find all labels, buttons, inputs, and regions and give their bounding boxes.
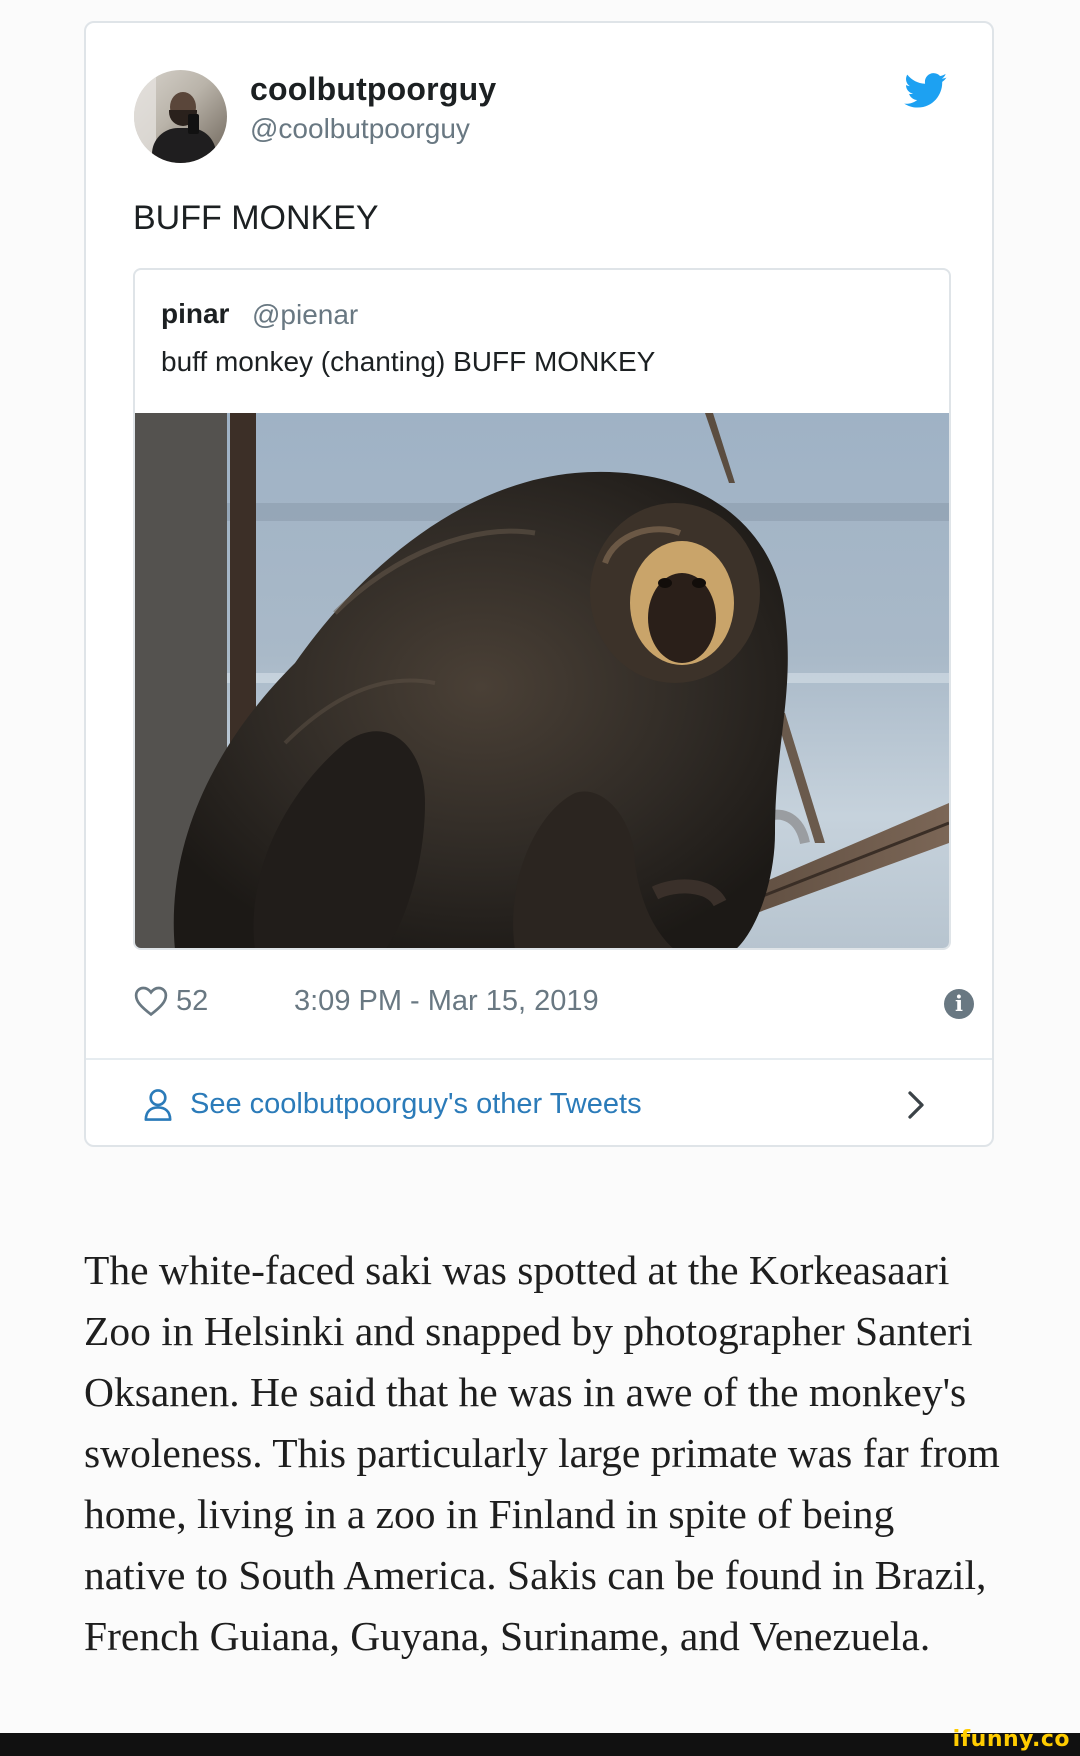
article-paragraph: The white-faced saki was spotted at the …: [84, 1247, 1000, 1659]
article-body: The white-faced saki was spotted at the …: [84, 1240, 1004, 1667]
embedded-tweet-card[interactable]: coolbutpoorguy @coolbutpoorguy BUFF MONK…: [84, 21, 994, 1147]
author-handle[interactable]: @coolbutpoorguy: [250, 113, 470, 145]
quoted-tweet[interactable]: pinar @pienar buff monkey (chanting) BUF…: [133, 268, 951, 950]
like-count[interactable]: 52: [176, 985, 208, 1018]
quoted-tweet-text: buff monkey (chanting) BUFF MONKEY: [161, 346, 656, 377]
tweet-meta-row: 52 3:09 PM - Mar 15, 2019 i: [134, 983, 974, 1023]
person-icon: [144, 1089, 172, 1121]
quoted-author-handle[interactable]: @pienar: [252, 299, 358, 331]
footer-bar: ifunny.co: [0, 1727, 1080, 1756]
chevron-right-icon[interactable]: [906, 1090, 926, 1120]
see-other-tweets-label[interactable]: See coolbutpoorguy's other Tweets: [190, 1088, 642, 1121]
see-other-tweets-link[interactable]: See coolbutpoorguy's other Tweets: [86, 1060, 992, 1145]
heart-icon[interactable]: [134, 985, 168, 1017]
avatar[interactable]: [134, 70, 227, 163]
twitter-bird-icon[interactable]: [904, 73, 948, 109]
quoted-author-name[interactable]: pinar: [161, 298, 229, 330]
tweet-timestamp[interactable]: 3:09 PM - Mar 15, 2019: [294, 985, 599, 1018]
info-icon[interactable]: i: [944, 989, 974, 1019]
ifunny-watermark: ifunny.co: [952, 1727, 1070, 1752]
monkey-photo[interactable]: [135, 413, 949, 950]
tweet-text: BUFF MONKEY: [133, 199, 379, 237]
author-display-name[interactable]: coolbutpoorguy: [250, 71, 496, 108]
